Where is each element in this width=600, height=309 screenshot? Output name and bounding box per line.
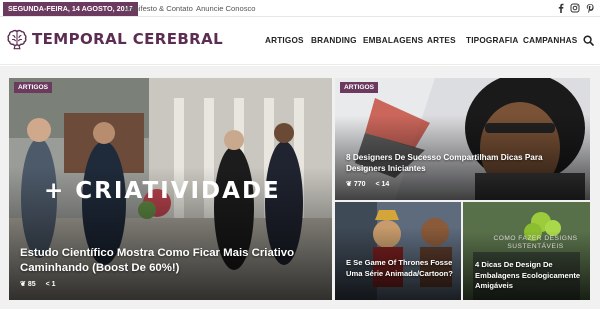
nav-artes[interactable]: ARTES: [427, 35, 456, 47]
featured-article-packaging[interactable]: COMO FAZER DESIGNS SUSTENTÁVEIS 4 Dicas …: [463, 202, 590, 300]
featured-article-designers[interactable]: ARTIGOS 8 Designers De Sucesso Compartil…: [335, 78, 590, 200]
nav-tipografia[interactable]: TIPOGRAFIA: [466, 35, 519, 47]
facebook-icon[interactable]: [556, 3, 566, 14]
share-count: 1: [51, 281, 56, 288]
article-title[interactable]: 8 Designers De Sucesso Compartilham Dica…: [346, 152, 566, 174]
image-overlay-text: COMO FAZER DESIGNS SUSTENTÁVEIS: [493, 235, 578, 250]
featured-article-main[interactable]: ARTIGOS + CRIATIVIDADE Estudo Científico…: [9, 78, 332, 300]
site-logo-text[interactable]: TEMPORAL CEREBRAL: [32, 30, 223, 48]
nav-embalagens[interactable]: EMBALAGENS: [363, 35, 423, 47]
share-count: 14: [381, 181, 390, 188]
pinterest-icon[interactable]: [585, 3, 595, 14]
article-title[interactable]: E Se Game Of Thrones Fosse Uma Série Ani…: [346, 258, 461, 279]
views-count: 85: [27, 281, 36, 288]
nav-branding[interactable]: BRANDING: [311, 35, 357, 47]
article-meta: ❦ 770 < 14: [346, 180, 389, 189]
top-bar: SEGUNDA-FEIRA, 14 AGOSTO, 2017 Manifesto…: [0, 0, 600, 17]
instagram-icon[interactable]: [570, 3, 580, 13]
share-icon: <: [375, 181, 380, 188]
article-title[interactable]: Estudo Científico Mostra Como Ficar Mais…: [20, 246, 320, 276]
manifesto-contact-link[interactable]: Manifesto & Contato: [124, 3, 193, 14]
nav-campanhas[interactable]: CAMPANHAS: [523, 35, 577, 47]
search-icon[interactable]: [583, 35, 594, 46]
brain-logo-icon[interactable]: [6, 28, 28, 50]
article-title[interactable]: 4 Dicas De Design De Embalagens Ecologic…: [475, 260, 587, 292]
views-icon: ❦: [346, 181, 352, 188]
featured-article-got[interactable]: E Se Game Of Thrones Fosse Uma Série Ani…: [335, 202, 461, 300]
image-overlay-text: + CRIATIVIDADE: [44, 178, 281, 204]
nav-artigos[interactable]: ARTIGOS: [265, 35, 304, 47]
views-count: 770: [353, 181, 366, 188]
category-tag[interactable]: ARTIGOS: [14, 82, 53, 93]
date-badge: SEGUNDA-FEIRA, 14 AGOSTO, 2017: [3, 2, 138, 16]
article-meta: ❦ 85 < 1: [20, 280, 56, 290]
share-icon: <: [45, 281, 50, 288]
category-tag[interactable]: ARTIGOS: [340, 82, 379, 93]
views-icon: ❦: [20, 281, 26, 288]
site-header: TEMPORAL CEREBRAL ARTIGOS BRANDING EMBAL…: [0, 18, 600, 65]
advertise-link[interactable]: Anuncie Conosco: [196, 3, 256, 14]
